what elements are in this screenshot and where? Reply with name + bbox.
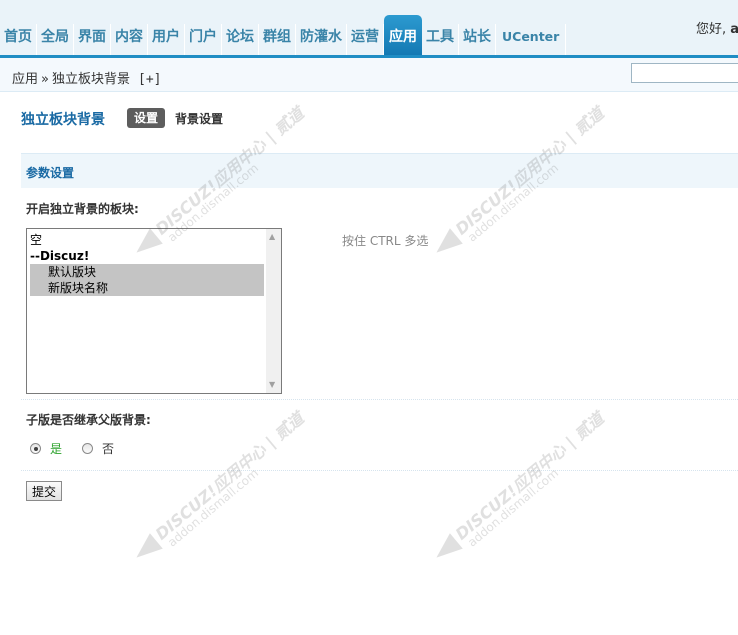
nav-item-antispam[interactable]: 防灌水	[296, 24, 347, 55]
radio-yes[interactable]	[30, 443, 41, 454]
forums-options: 空 --Discuz! 默认版块 新版块名称	[30, 232, 264, 296]
greeting-text: 您好,	[696, 22, 727, 37]
inherit-radio-group: 是 否	[30, 440, 134, 457]
forums-multiselect[interactable]: 空 --Discuz! 默认版块 新版块名称 ▲ ▼	[26, 228, 282, 394]
tab-background-settings[interactable]: 背景设置	[175, 110, 223, 127]
submit-button[interactable]: 提交	[26, 481, 62, 501]
watermark-logo-icon	[430, 228, 463, 261]
row-divider	[21, 470, 738, 471]
watermark-line2: addon.dismall.com	[165, 465, 262, 550]
forums-field-label: 开启独立背景的板块:	[26, 202, 139, 216]
watermark-line2: addon.dismall.com	[465, 465, 562, 550]
breadcrumb-separator: »	[41, 72, 49, 87]
add-shortcut-button[interactable]: [+]	[138, 72, 161, 87]
breadcrumb-current: 独立板块背景	[51, 72, 130, 87]
breadcrumb-bar: 应用» 独立板块背景 [+]	[0, 58, 738, 92]
breadcrumb: 应用» 独立板块背景 [+]	[12, 68, 161, 87]
nav-item-global[interactable]: 全局	[37, 24, 74, 55]
section-title: 参数设置	[26, 166, 75, 180]
watermark-line1: DISCUZ!应用中心 | 贰道	[451, 408, 608, 544]
forum-group-discuz: --Discuz!	[30, 249, 90, 263]
watermark-line1: DISCUZ!应用中心 | 贰道	[151, 408, 308, 544]
section-header: 参数设置	[21, 153, 738, 188]
tab-settings[interactable]: 设置	[127, 108, 165, 128]
nav-item-home[interactable]: 首页	[0, 24, 37, 55]
nav-item-group[interactable]: 群组	[259, 24, 296, 55]
main-nav: 首页 全局 界面 内容 用户 门户 论坛 群组 防灌水 运营 应用 工具 站长 …	[0, 15, 567, 55]
breadcrumb-root[interactable]: 应用	[12, 72, 38, 87]
radio-no-label[interactable]: 否	[102, 440, 114, 457]
username-link[interactable]: ad	[730, 22, 738, 37]
nav-item-founder[interactable]: 站长	[459, 24, 496, 55]
nav-item-portal[interactable]: 门户	[185, 24, 222, 55]
radio-yes-label[interactable]: 是	[50, 440, 62, 457]
nav-item-ucenter[interactable]: UCenter	[496, 24, 567, 55]
watermark-logo-icon	[130, 533, 163, 566]
nav-item-users[interactable]: 用户	[148, 24, 185, 55]
row-divider	[21, 399, 738, 400]
multiselect-hint: 按住 CTRL 多选	[342, 234, 429, 248]
top-navbar: 首页 全局 界面 内容 用户 门户 论坛 群组 防灌水 运营 应用 工具 站长 …	[0, 0, 738, 58]
user-greeting: 您好, ad	[696, 18, 738, 37]
nav-item-tools[interactable]: 工具	[422, 24, 459, 55]
page-title: 独立板块背景	[21, 112, 105, 128]
radio-no[interactable]	[82, 443, 94, 454]
forum-option-default[interactable]: 默认版块	[30, 264, 264, 280]
nav-item-content[interactable]: 内容	[111, 24, 148, 55]
listbox-scrollbar[interactable]: ▲ ▼	[266, 229, 281, 393]
scroll-up-arrow-icon[interactable]: ▲	[269, 232, 275, 242]
nav-item-forum[interactable]: 论坛	[222, 24, 259, 55]
watermark-logo-icon	[430, 533, 463, 566]
inherit-field-label: 子版是否继承父版背景:	[26, 413, 151, 427]
scroll-down-arrow-icon[interactable]: ▼	[269, 380, 275, 390]
nav-item-operation[interactable]: 运营	[347, 24, 384, 55]
forum-option-empty[interactable]: 空	[30, 232, 264, 248]
nav-item-style[interactable]: 界面	[74, 24, 111, 55]
nav-item-apps[interactable]: 应用	[384, 15, 422, 55]
forum-option-new[interactable]: 新版块名称	[30, 280, 264, 296]
search-input[interactable]	[631, 63, 738, 83]
